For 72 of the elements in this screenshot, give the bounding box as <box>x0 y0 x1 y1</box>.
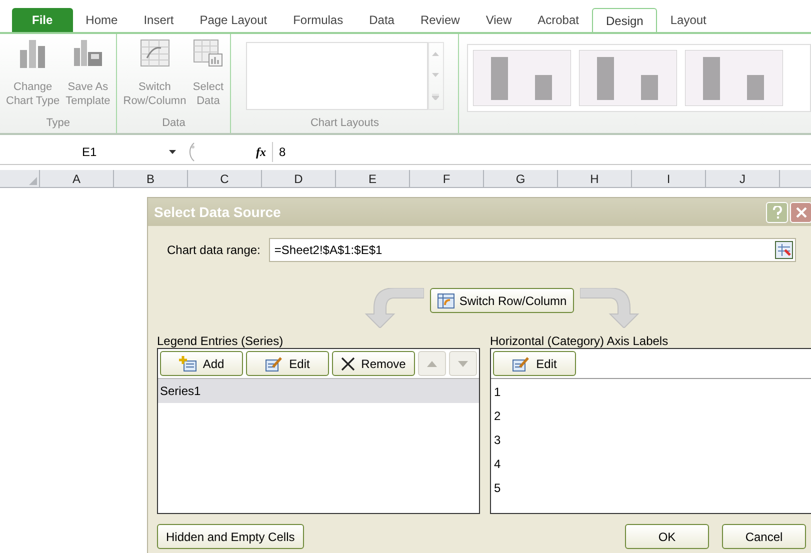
column-header[interactable]: E <box>336 170 410 187</box>
axis-label-item[interactable]: 3 <box>491 428 811 452</box>
dropdown-icon <box>169 150 176 154</box>
series-item[interactable]: Series1 <box>158 379 479 403</box>
group-label: Chart Layouts <box>310 116 379 130</box>
chart-save-icon <box>72 38 104 68</box>
more-icon <box>432 94 440 100</box>
table-chart-icon <box>192 38 224 68</box>
dialog-title: Select Data Source <box>154 202 281 222</box>
question-mark-icon <box>772 206 782 218</box>
ribbon-tab[interactable]: Page Layout <box>186 8 280 32</box>
chart-style-thumbnail[interactable] <box>685 50 784 106</box>
curved-arrow-icon <box>364 288 424 328</box>
column-header[interactable]: B <box>114 170 188 187</box>
curved-arrow-icon <box>580 288 640 328</box>
dialog-button[interactable]: Edit <box>493 351 576 376</box>
down-triangle-icon <box>458 360 468 366</box>
dialog-button[interactable]: Remove <box>332 351 415 376</box>
section-label: Legend Entries (Series) <box>157 333 284 348</box>
help-button[interactable] <box>766 202 788 222</box>
ribbon-tab[interactable]: Layout <box>657 8 720 32</box>
axis-label-item[interactable]: 5 <box>491 476 811 500</box>
close-icon <box>796 206 806 218</box>
collapse-dialog-icon[interactable] <box>775 241 794 259</box>
hidden-empty-cells-button[interactable]: Hidden and Empty Cells <box>157 524 304 549</box>
ribbon-tab[interactable]: View <box>472 8 525 32</box>
function-icon[interactable]: fx <box>256 142 266 160</box>
edit-pencil-icon <box>265 356 284 372</box>
scroll-down-icon <box>432 72 440 77</box>
dialog-button[interactable]: Edit <box>246 351 329 376</box>
column-header[interactable]: D <box>262 170 336 187</box>
gallery-scroll[interactable] <box>428 42 444 110</box>
ribbon-tab[interactable]: Acrobat <box>524 8 592 32</box>
close-x-icon <box>341 356 356 370</box>
column-header[interactable]: F <box>410 170 484 187</box>
range-label: Chart data range: <box>167 242 260 259</box>
axis-label-item[interactable]: 2 <box>491 404 811 428</box>
table-swap-icon <box>437 292 456 308</box>
name-box[interactable]: E1 <box>0 142 180 162</box>
formula-field[interactable]: 8 <box>272 142 811 162</box>
switch-row-column-button[interactable]: Switch Row/Column <box>430 288 574 313</box>
ok-button[interactable]: OK <box>625 524 709 549</box>
column-header[interactable]: H <box>558 170 632 187</box>
ribbon-tab[interactable]: Design <box>592 8 658 32</box>
up-triangle-icon <box>427 360 437 366</box>
file-tab[interactable]: File <box>12 8 73 32</box>
ribbon-tab[interactable]: Home <box>72 8 131 32</box>
group-label: Data <box>162 116 186 130</box>
ribbon-tab[interactable]: Review <box>407 8 473 32</box>
dialog-button[interactable]: Add <box>160 351 243 376</box>
column-header[interactable]: C <box>188 170 262 187</box>
ribbon-tab[interactable]: Formulas <box>280 8 356 32</box>
ribbon-tab[interactable]: Data <box>356 8 408 32</box>
chart-style-thumbnail[interactable] <box>473 50 572 106</box>
edit-pencil-icon <box>512 356 530 372</box>
group-label: Type <box>46 116 70 130</box>
scroll-up-icon <box>432 52 440 56</box>
column-header[interactable]: A <box>40 170 114 187</box>
range-field[interactable]: =Sheet2!$A$1:$E$1 <box>269 238 796 262</box>
corner-triangle-icon <box>29 177 37 185</box>
column-header[interactable]: G <box>484 170 558 187</box>
axis-label-item[interactable]: 4 <box>491 452 811 476</box>
add-list-icon <box>178 356 197 372</box>
axis-label-item[interactable]: 1 <box>491 380 811 404</box>
cancel-button[interactable]: Cancel <box>722 524 806 549</box>
ribbon-tab[interactable]: Insert <box>130 8 187 32</box>
table-switch-icon <box>138 38 171 68</box>
chart-style-thumbnail[interactable] <box>579 50 678 106</box>
section-label: Horizontal (Category) Axis Labels <box>490 333 670 348</box>
column-header[interactable]: J <box>706 170 780 187</box>
column-header[interactable]: I <box>632 170 706 187</box>
close-button[interactable] <box>790 202 811 222</box>
